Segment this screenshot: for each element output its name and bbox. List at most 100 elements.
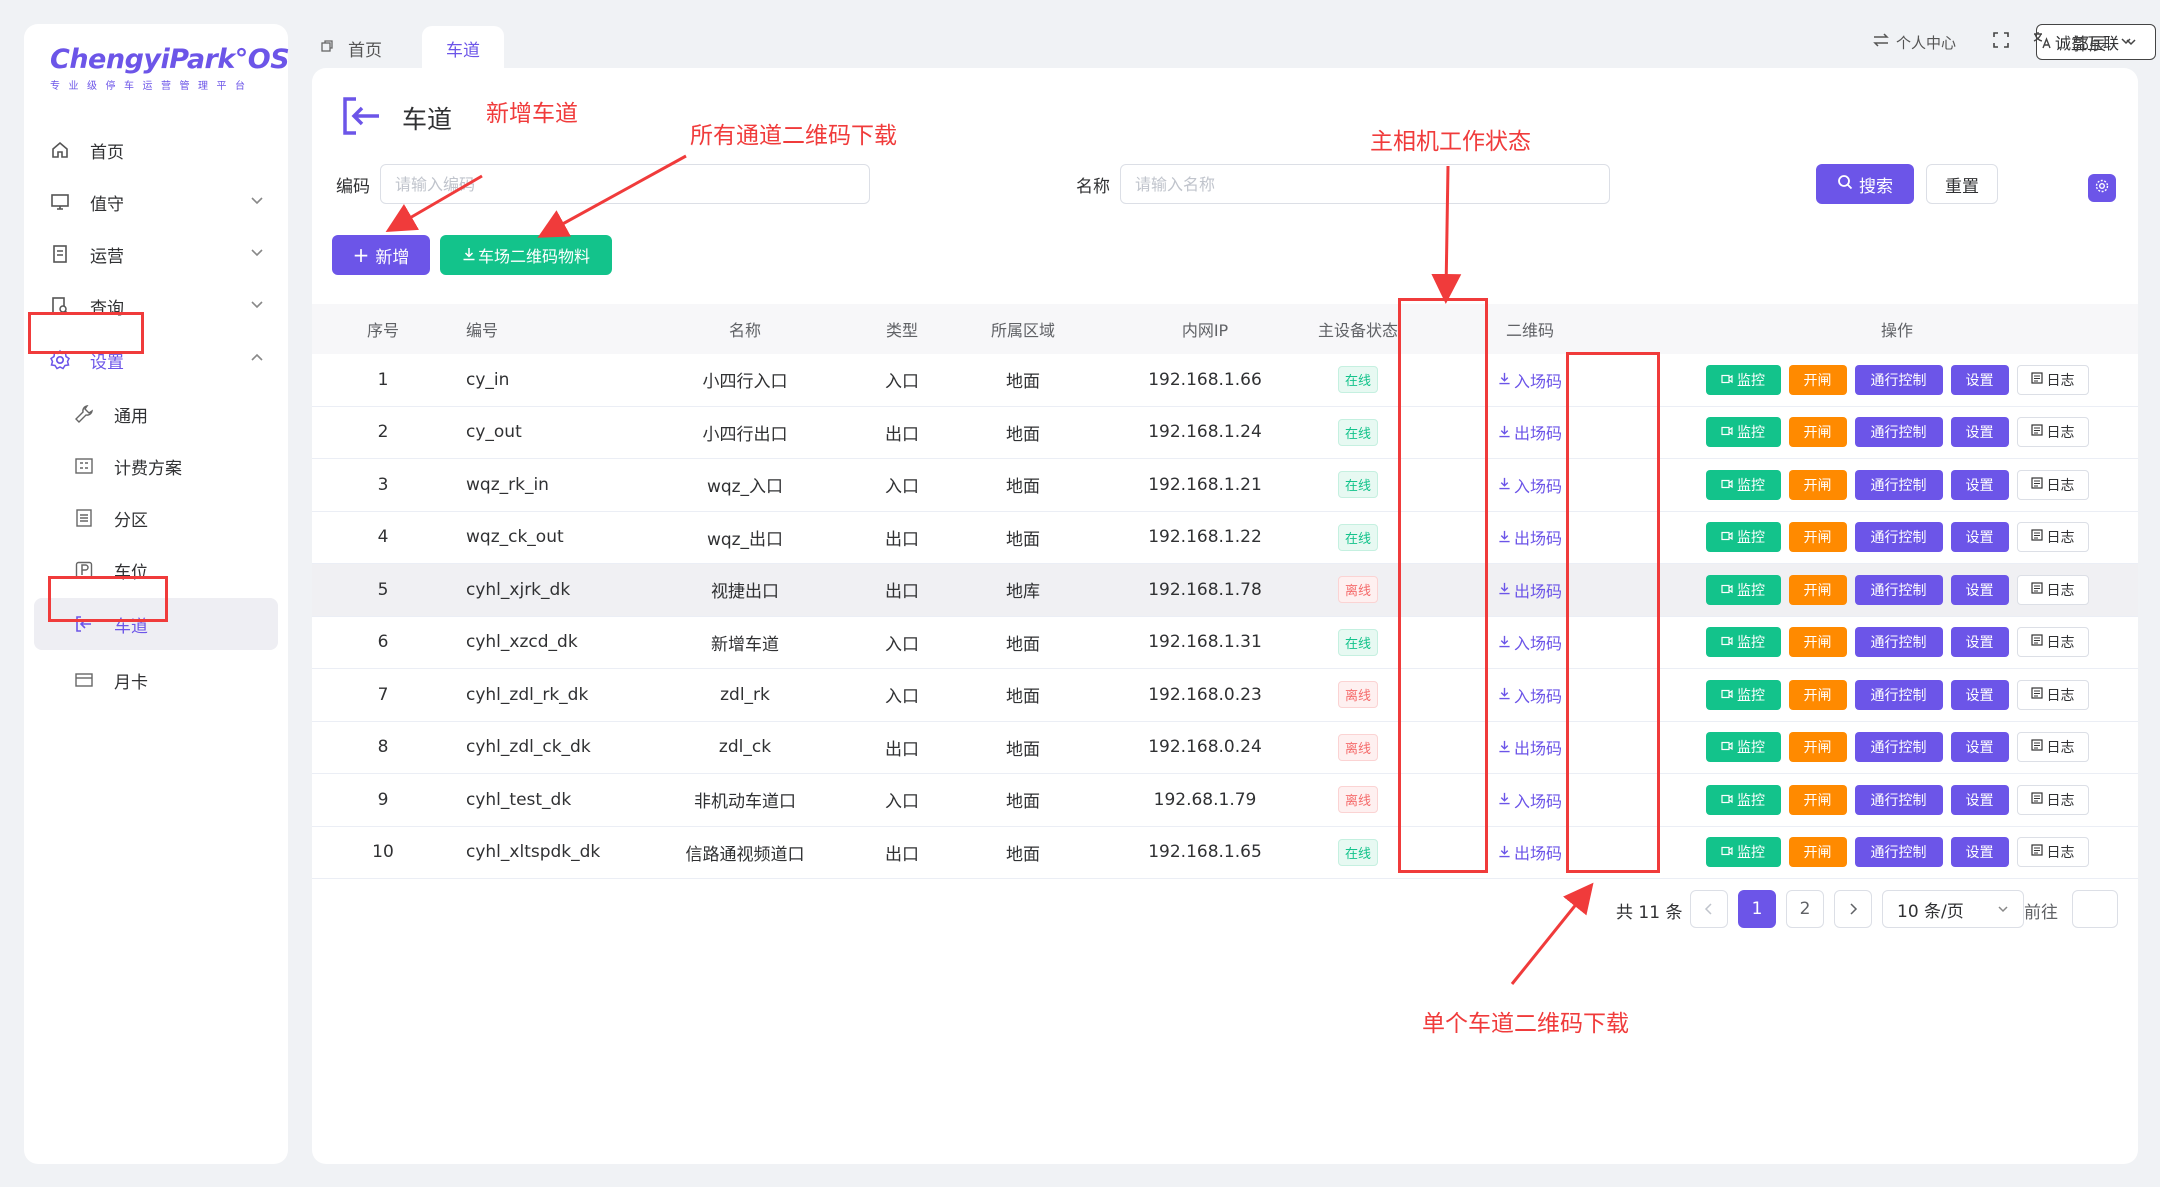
sidebar-item-duty[interactable]: 值守: [24, 176, 288, 228]
qr-download-link[interactable]: 入场码: [1498, 473, 1562, 497]
monitor-button[interactable]: 监控: [1705, 522, 1781, 553]
qr-download-link[interactable]: 出场码: [1498, 840, 1562, 864]
download-icon: [462, 246, 476, 265]
open-gate-button[interactable]: 开闸: [1788, 469, 1847, 500]
log-button[interactable]: 日志: [2016, 469, 2089, 500]
log-button[interactable]: 日志: [2016, 784, 2089, 815]
open-gate-button[interactable]: 开闸: [1788, 522, 1847, 553]
open-gate-button[interactable]: 开闸: [1788, 732, 1847, 763]
open-gate-button[interactable]: 开闸: [1788, 784, 1847, 815]
qr-download-link[interactable]: 入场码: [1498, 368, 1562, 392]
monitor-label: 监控: [1737, 845, 1765, 862]
traffic-control-button[interactable]: 通行控制: [1854, 364, 1943, 395]
monitor-button[interactable]: 监控: [1705, 784, 1781, 815]
open-gate-button[interactable]: 开闸: [1788, 364, 1847, 395]
qr-download-link[interactable]: 出场码: [1498, 735, 1562, 759]
open-gate-button[interactable]: 开闸: [1788, 574, 1847, 605]
goto-page-input[interactable]: [2072, 890, 2118, 928]
traffic-control-button[interactable]: 通行控制: [1854, 469, 1943, 500]
language-button[interactable]: [2032, 28, 2052, 56]
lane-settings-button[interactable]: 设置: [1950, 574, 2009, 605]
open-gate-button[interactable]: 开闸: [1788, 679, 1847, 710]
sidebar-subitem-monthly-card[interactable]: 月卡: [24, 654, 288, 706]
device-status: 在线: [1312, 523, 1404, 551]
monitor-button[interactable]: 监控: [1705, 417, 1781, 448]
next-page-button[interactable]: [1834, 890, 1872, 928]
traffic-control-button[interactable]: 通行控制: [1854, 679, 1943, 710]
log-button[interactable]: 日志: [2016, 574, 2089, 605]
name-search-input[interactable]: [1120, 164, 1610, 204]
sidebar-subitem-billing[interactable]: 计费方案: [24, 440, 288, 492]
lane-settings-button[interactable]: 设置: [1950, 417, 2009, 448]
add-lane-button[interactable]: + 新增: [332, 235, 430, 275]
device-status: 离线: [1312, 576, 1404, 604]
monitor-button[interactable]: 监控: [1705, 679, 1781, 710]
page-button[interactable]: 2: [1786, 890, 1824, 928]
monitor-button[interactable]: 监控: [1705, 732, 1781, 763]
status-badge: 在线: [1337, 628, 1378, 656]
traffic-control-button[interactable]: 通行控制: [1854, 784, 1943, 815]
log-label: 日志: [2046, 372, 2075, 389]
lane-settings-button[interactable]: 设置: [1950, 469, 2009, 500]
sidebar-item-operation[interactable]: 运营: [24, 228, 288, 280]
qr-material-button[interactable]: 车场二维码物料: [440, 235, 612, 275]
prev-page-button[interactable]: [1690, 890, 1728, 928]
personal-center-link[interactable]: 个人中心: [1872, 28, 1956, 56]
monitor-button[interactable]: 监控: [1705, 574, 1781, 605]
lane-settings-label: 设置: [1965, 530, 1994, 547]
monitor-button[interactable]: 监控: [1705, 364, 1781, 395]
lane-settings-button[interactable]: 设置: [1950, 364, 2009, 395]
sidebar-subitem-partition[interactable]: 分区: [24, 492, 288, 544]
traffic-control-button[interactable]: 通行控制: [1854, 522, 1943, 553]
search-button[interactable]: 搜索: [1816, 164, 1914, 204]
log-button[interactable]: 日志: [2016, 732, 2089, 763]
tab-label: 车道: [446, 40, 480, 61]
lane-settings-button[interactable]: 设置: [1950, 784, 2009, 815]
sidebar-subitem-general[interactable]: 通用: [24, 388, 288, 440]
page-size-select[interactable]: 10 条/页: [1882, 890, 2024, 928]
qr-download-link[interactable]: 出场码: [1498, 420, 1562, 444]
open-gate-button[interactable]: 开闸: [1788, 417, 1847, 448]
page-button[interactable]: 1: [1738, 890, 1776, 928]
log-button[interactable]: 日志: [2016, 837, 2089, 868]
qr-download-link[interactable]: 出场码: [1498, 578, 1562, 602]
lane-type: 出口: [885, 529, 919, 550]
monitor-label: 监控: [1737, 372, 1765, 389]
code-search-input[interactable]: [380, 164, 870, 204]
open-gate-button[interactable]: 开闸: [1788, 837, 1847, 868]
lane-settings-button[interactable]: 设置: [1950, 522, 2009, 553]
monitor-button[interactable]: 监控: [1705, 837, 1781, 868]
log-icon: [2030, 582, 2043, 598]
lane-type: 入口: [885, 687, 919, 708]
log-button[interactable]: 日志: [2016, 627, 2089, 658]
table-row: 2 cy_out 小四行出口 出口 地面 192.168.1.24 在线 出场码…: [312, 407, 2138, 459]
lane-area: 地面: [1006, 529, 1040, 550]
traffic-control-button[interactable]: 通行控制: [1854, 574, 1943, 605]
log-button[interactable]: 日志: [2016, 417, 2089, 448]
traffic-control-button[interactable]: 通行控制: [1854, 837, 1943, 868]
lane-settings-button[interactable]: 设置: [1950, 679, 2009, 710]
qr-download-link[interactable]: 出场码: [1498, 525, 1562, 549]
open-gate-button[interactable]: 开闸: [1788, 627, 1847, 658]
log-button[interactable]: 日志: [2016, 522, 2089, 553]
lane-settings-button[interactable]: 设置: [1950, 732, 2009, 763]
log-button[interactable]: 日志: [2016, 679, 2089, 710]
tab-lane[interactable]: 车道: [422, 26, 504, 70]
traffic-control-button[interactable]: 通行控制: [1854, 417, 1943, 448]
qr-download-link[interactable]: 入场码: [1498, 788, 1562, 812]
lane-settings-button[interactable]: 设置: [1950, 837, 2009, 868]
sidebar-item-home[interactable]: 首页: [24, 124, 288, 176]
reset-button[interactable]: 重置: [1926, 164, 1998, 204]
qr-download-link[interactable]: 入场码: [1498, 683, 1562, 707]
fullscreen-button[interactable]: [1992, 28, 2010, 56]
monitor-button[interactable]: 监控: [1705, 627, 1781, 658]
qr-download-link[interactable]: 入场码: [1498, 630, 1562, 654]
tab-home[interactable]: 首页: [320, 26, 382, 70]
lane-settings-button[interactable]: 设置: [1950, 627, 2009, 658]
traffic-control-button[interactable]: 通行控制: [1854, 627, 1943, 658]
log-button[interactable]: 日志: [2016, 364, 2089, 395]
monitor-button[interactable]: 监控: [1705, 469, 1781, 500]
user-menu[interactable]: 郭辰: [2072, 28, 2132, 56]
column-settings-button[interactable]: [2088, 174, 2116, 202]
traffic-control-button[interactable]: 通行控制: [1854, 732, 1943, 763]
